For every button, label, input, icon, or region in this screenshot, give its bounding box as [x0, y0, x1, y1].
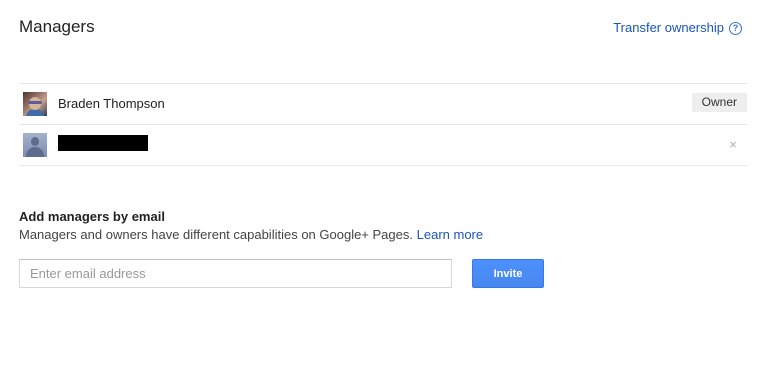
transfer-ownership-link[interactable]: Transfer ownership	[613, 20, 724, 36]
invite-button[interactable]: Invite	[472, 259, 544, 288]
transfer-ownership[interactable]: Transfer ownership ?	[613, 20, 742, 36]
page-title: Managers	[19, 17, 95, 36]
add-managers-description: Managers and owners have different capab…	[19, 227, 746, 243]
email-input[interactable]	[19, 259, 452, 288]
manager-row-owner: Braden Thompson Owner	[19, 84, 747, 125]
default-avatar-icon	[23, 133, 47, 157]
learn-more-link[interactable]: Learn more	[417, 227, 483, 242]
remove-manager-icon[interactable]: ×	[729, 137, 737, 153]
add-managers-description-text: Managers and owners have different capab…	[19, 227, 413, 242]
help-icon[interactable]: ?	[729, 21, 742, 35]
manager-row: ×	[19, 125, 747, 166]
managers-header: Managers Transfer ownership ?	[19, 16, 746, 40]
add-managers-title: Add managers by email	[19, 209, 165, 224]
owner-badge: Owner	[691, 93, 747, 112]
redacted-manager-name	[58, 135, 148, 151]
managers-list: Braden Thompson Owner ×	[19, 83, 747, 166]
add-managers-section: Add managers by email Managers and owner…	[19, 209, 746, 243]
avatar	[23, 92, 47, 116]
manager-name: Braden Thompson	[58, 96, 165, 111]
